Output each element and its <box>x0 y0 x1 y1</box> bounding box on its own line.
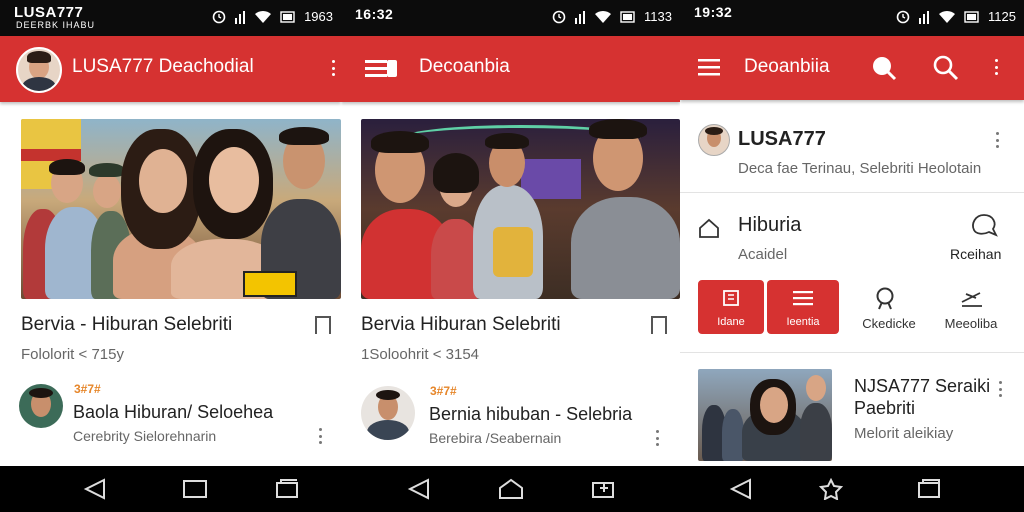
back-icon[interactable] <box>82 478 108 500</box>
status-time: 1125 <box>988 9 1016 24</box>
status-time-left: 16:32 <box>355 6 394 22</box>
wifi-icon <box>595 10 612 23</box>
list-item[interactable]: NJSA777 Seraiki Paebriti Melorit aleikia… <box>680 352 1024 466</box>
recents-icon[interactable] <box>590 478 616 500</box>
more-icon[interactable] <box>331 60 335 76</box>
status-bar: LUSA777 DEERBK IHABU 1963 <box>0 0 341 36</box>
notification-icon[interactable] <box>870 54 898 82</box>
section-row[interactable]: Hiburia Acaidel Rceihan <box>680 200 1024 270</box>
wifi-icon <box>939 10 956 23</box>
status-time: 1133 <box>644 9 672 24</box>
document-icon <box>723 290 739 306</box>
item-sub: Melorit aleikiay <box>854 425 954 442</box>
status-time-left: 19:32 <box>694 4 733 20</box>
list-title: Bernia hibuban - Selebria <box>429 404 633 424</box>
home-icon[interactable] <box>818 478 844 500</box>
section-title: Hiburia <box>738 214 802 236</box>
card-meta: Fololorit < 715y <box>21 346 124 363</box>
battery-icon <box>964 10 979 23</box>
more-icon[interactable] <box>655 430 659 446</box>
list-sub: Cerebrity Sielorehnarin <box>73 428 217 444</box>
card-title[interactable]: Bervia - Hiburan Selebriti <box>21 314 232 336</box>
alarm-icon <box>896 10 910 23</box>
back-icon[interactable] <box>406 478 432 500</box>
action-label-4: Meeoliba <box>944 316 998 331</box>
app-bar: Decoanbia <box>341 36 680 102</box>
status-sub: DEERBK IHABU <box>16 20 96 30</box>
item-thumbnail <box>698 369 832 461</box>
bookmark-icon[interactable] <box>651 316 667 340</box>
app-title: Deoanbiia <box>744 56 830 77</box>
recents-icon[interactable] <box>916 478 942 500</box>
navigation-bar <box>0 466 1024 512</box>
profile-avatar <box>698 124 730 156</box>
signal-icon <box>919 10 930 24</box>
app-title: LUSA777 Deachodial <box>72 56 254 77</box>
section-sub: Acaidel <box>738 246 788 263</box>
edit-icon[interactable] <box>960 288 984 308</box>
list-avatar <box>361 386 415 440</box>
feature-image[interactable] <box>361 119 680 299</box>
menu-icon[interactable] <box>698 58 720 76</box>
card-meta: 1Soloohrit < 3154 <box>361 346 480 363</box>
list-avatar <box>19 384 63 428</box>
back-icon[interactable] <box>728 478 754 500</box>
battery-icon <box>620 10 635 23</box>
app-bar: LUSA777 Deachodial <box>0 36 341 102</box>
screen-2: 16:32 1133 Decoanbia Bervia Hiburan Sele… <box>341 0 680 466</box>
screen-1: LUSA777 DEERBK IHABU 1963 LUSA777 Deacho… <box>0 0 341 466</box>
search-icon[interactable] <box>932 54 960 82</box>
battery-icon <box>280 10 295 23</box>
app-bar: Deoanbiia <box>680 36 1024 100</box>
card-title[interactable]: Bervia Hiburan Selebriti <box>361 314 561 336</box>
more-icon[interactable] <box>318 428 322 444</box>
app-title: Decoanbia <box>419 56 510 77</box>
profile-sub: Deca fae Terinau, Selebriti Heolotain <box>738 160 982 177</box>
more-icon[interactable] <box>995 132 999 148</box>
action-row: Idane Ieentia Ckedicke Meeoliba <box>680 280 1024 342</box>
bookmark-icon[interactable] <box>315 316 331 340</box>
alarm-icon <box>212 10 226 23</box>
status-bar: 16:32 1133 <box>341 0 680 36</box>
home-icon[interactable] <box>182 478 208 500</box>
status-brand: LUSA777 <box>14 4 84 21</box>
menu-icon[interactable] <box>365 58 399 80</box>
signal-icon <box>575 10 586 24</box>
list-item[interactable]: 3#7# Bernia hibuban - Selebria Berebira … <box>341 382 680 452</box>
list-title: Baola Hiburan/ Seloehea <box>73 402 274 422</box>
status-time: 1963 <box>304 9 333 24</box>
action-label-2: Ieentia <box>786 316 820 328</box>
profile-row[interactable]: LUSA777 Deca fae Terinau, Selebriti Heol… <box>680 110 1024 193</box>
list-tag: 3#7# <box>430 384 457 398</box>
list-icon <box>793 291 813 306</box>
recents-icon[interactable] <box>274 478 300 500</box>
chat-icon[interactable] <box>970 212 998 238</box>
screen-3: 19:32 1125 Deoanbiia LUSA777 Deca fae Te… <box>680 0 1024 466</box>
wifi-icon <box>255 10 272 23</box>
section-right-label: Rceihan <box>950 246 1002 262</box>
action-label-3: Ckedicke <box>862 316 916 331</box>
list-sub: Berebira /Seabernain <box>429 430 562 446</box>
search-icon[interactable] <box>874 286 900 312</box>
profile-name: LUSA777 <box>738 128 826 150</box>
home-icon[interactable] <box>498 478 524 500</box>
home-icon <box>699 218 719 238</box>
status-bar: 19:32 1125 <box>680 0 1024 36</box>
signal-icon <box>235 10 246 24</box>
alarm-icon <box>552 10 566 23</box>
feature-image[interactable] <box>21 119 341 299</box>
list-tag: 3#7# <box>74 382 101 396</box>
more-icon[interactable] <box>998 381 1002 397</box>
item-title: NJSA777 Seraiki Paebriti <box>854 376 991 418</box>
list-item[interactable]: 3#7# Baola Hiburan/ Seloehea Cerebrity S… <box>0 380 341 450</box>
more-icon[interactable] <box>994 59 998 75</box>
profile-avatar[interactable] <box>16 47 62 93</box>
